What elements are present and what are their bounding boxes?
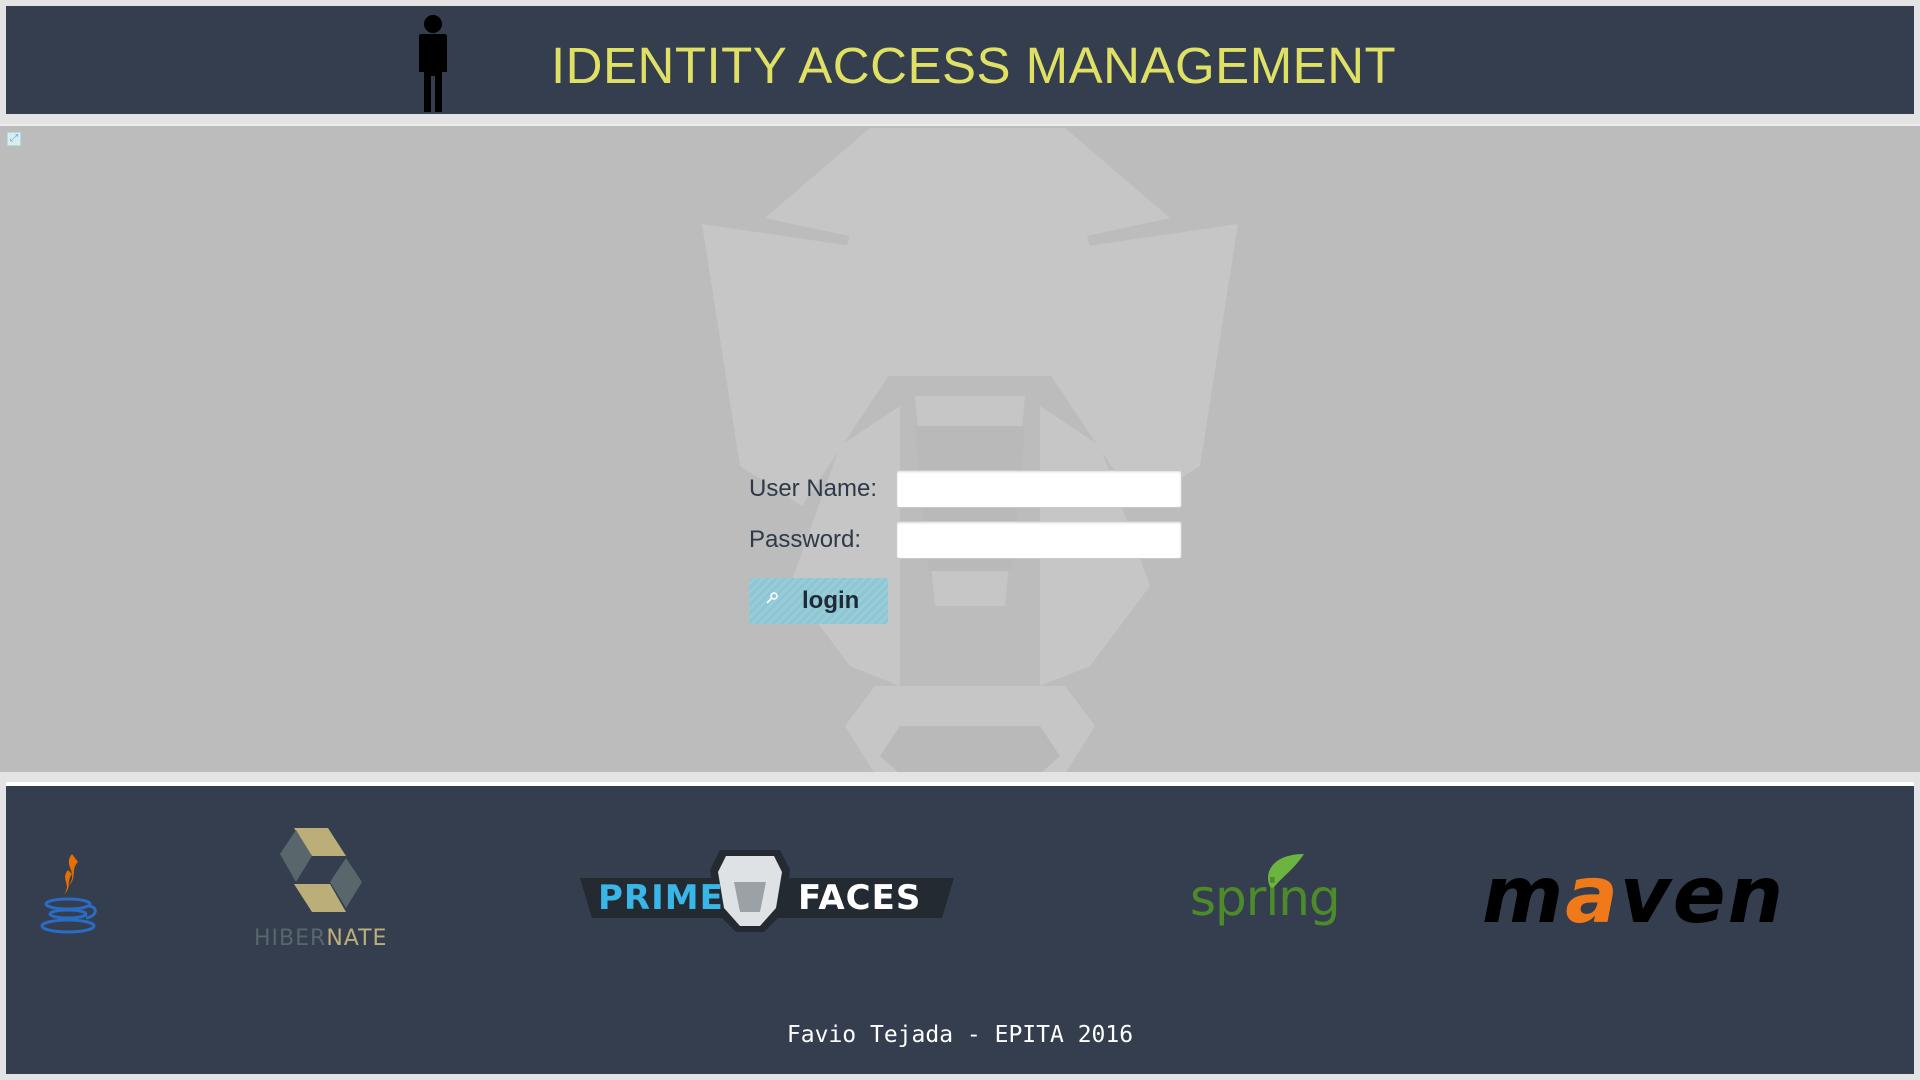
username-label: User Name: xyxy=(749,475,878,502)
username-row: User Name: xyxy=(749,470,1189,508)
maven-text-a: a xyxy=(1565,851,1620,941)
hibernate-logo: HIBERNATE xyxy=(246,826,386,958)
primefaces-text-prime: PRIME xyxy=(598,878,724,918)
spring-logo: spring xyxy=(1184,850,1341,940)
person-icon xyxy=(419,15,447,112)
footer-credit: Favio Tejada - EPITA 2016 xyxy=(786,1022,1134,1048)
login-form: User Name: Password: login xyxy=(749,346,1189,624)
maven-text-ven: ven xyxy=(1619,851,1786,941)
primefaces-logo: PRIME FACES xyxy=(574,842,968,938)
login-button[interactable]: login xyxy=(749,578,888,624)
footer: HIBERNATE PRIME FACES spring maven Favio… xyxy=(6,782,1914,1074)
hibernate-text-nate: NATE xyxy=(326,926,388,951)
java-logo xyxy=(40,854,97,934)
username-input[interactable] xyxy=(896,470,1182,508)
password-row: Password: xyxy=(749,521,1189,559)
key-icon xyxy=(764,592,780,608)
maven-text-m: m xyxy=(1482,851,1566,941)
page-title: IDENTITY ACCESS MANAGEMENT xyxy=(551,37,1397,94)
login-panel: ⤢ User Name: Password: login xyxy=(0,124,1920,772)
page: IDENTITY ACCESS MANAGEMENT ⤢ User Name: … xyxy=(0,0,1920,1080)
hibernate-text-hiber: HIBER xyxy=(254,926,327,951)
password-label: Password: xyxy=(749,526,862,553)
expand-icon[interactable]: ⤢ xyxy=(7,132,21,146)
password-input[interactable] xyxy=(896,521,1182,559)
primefaces-text-faces: FACES xyxy=(798,878,922,918)
header-banner: IDENTITY ACCESS MANAGEMENT xyxy=(6,6,1914,114)
login-button-label: login xyxy=(802,587,860,614)
maven-logo: maven xyxy=(1482,856,1792,936)
spring-text: spring xyxy=(1190,869,1341,927)
